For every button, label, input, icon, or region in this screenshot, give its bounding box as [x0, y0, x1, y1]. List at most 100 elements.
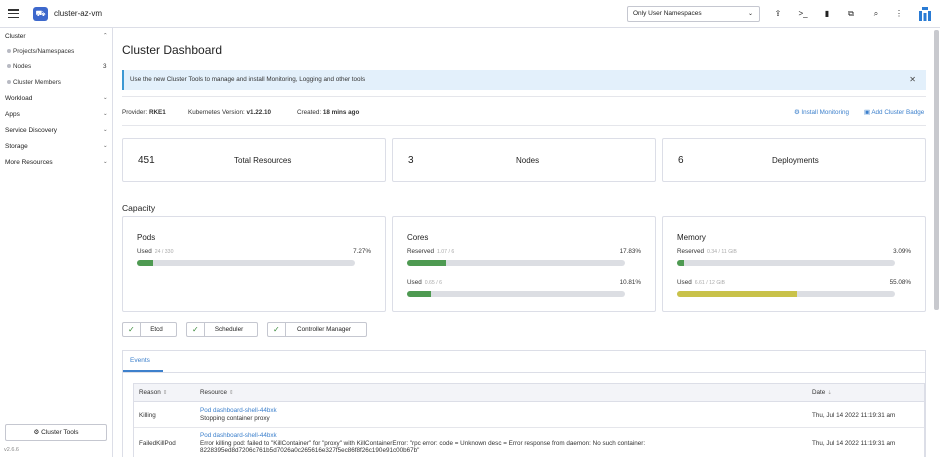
sidebar-item-label: Projects/Namespaces: [13, 48, 75, 55]
stat-value: 3: [408, 155, 414, 166]
stat-card-nodes[interactable]: 3 Nodes: [392, 138, 656, 182]
search-icon[interactable]: ⌕: [870, 8, 882, 20]
cluster-tools-label: Cluster Tools: [41, 429, 79, 436]
event-message: Error killing pod: failed to "KillContai…: [200, 439, 646, 447]
bar-fill: [407, 291, 431, 297]
column-header-date[interactable]: Date ⇣: [812, 389, 832, 396]
hamburger-menu-icon[interactable]: [8, 9, 19, 19]
file-icon[interactable]: ▮: [821, 8, 833, 20]
sidebar-group-apps[interactable]: Apps: [5, 111, 20, 118]
sort-icon: ⇕: [162, 390, 168, 396]
event-message: Stopping container proxy: [200, 414, 270, 422]
column-header-resource[interactable]: Resource ⇕: [200, 389, 234, 396]
chevron-down-icon[interactable]: ⌄: [103, 95, 108, 101]
chevron-down-icon[interactable]: ⌄: [103, 159, 108, 165]
event-resource-cell: Pod dashboard-shell-44bxk Stopping conta…: [200, 407, 277, 422]
sidebar-group-cluster[interactable]: Cluster: [5, 33, 26, 40]
created-info: Created: 18 mins ago: [297, 109, 360, 116]
sidebar-group-service-discovery[interactable]: Service Discovery: [5, 127, 57, 134]
copy-icon[interactable]: ⧉: [845, 8, 857, 20]
chevron-down-icon[interactable]: ⌄: [103, 143, 108, 149]
event-resource-link[interactable]: Pod dashboard-shell-44bxk: [200, 432, 645, 440]
component-status-scheduler: ✓ Scheduler: [186, 322, 258, 337]
chevron-down-icon[interactable]: ⌄: [103, 111, 108, 117]
rancher-logo: [918, 6, 932, 22]
bar-fill: [677, 260, 684, 266]
event-reason: FailedKillPod: [139, 440, 176, 447]
pods-used-label: Used 24 / 330: [137, 248, 174, 255]
capacity-title: Memory: [677, 233, 706, 242]
add-cluster-badge-link[interactable]: ▣ Add Cluster Badge: [864, 109, 924, 116]
cores-reserved-percent: 17.83%: [619, 248, 641, 255]
events-panel: Events Reason ⇕ Resource ⇕ Date ⇣ Killing P…: [122, 350, 926, 457]
bullet-icon: [7, 49, 11, 54]
capacity-card-cores: Cores Reserved 1.07 / 6 17.83% Used 0.65 /…: [392, 216, 656, 312]
component-label: Scheduler: [214, 326, 244, 333]
event-date: Thu, Jul 14 2022 11:19:31 am: [812, 412, 896, 419]
bullet-icon: [7, 80, 11, 85]
more-icon[interactable]: ⋮: [893, 8, 905, 20]
version-label[interactable]: v2.6.6: [4, 447, 19, 453]
capacity-title: Pods: [137, 233, 156, 242]
kubernetes-version-info: Kubernetes Version: v1.22.10: [188, 109, 271, 116]
chevron-up-icon[interactable]: ⌃: [103, 33, 108, 39]
page-title: Cluster Dashboard: [122, 43, 223, 57]
cores-reserved-bar: [407, 260, 625, 266]
cluster-info-bar: Provider: RKE1 Kubernetes Version: v1.22…: [122, 96, 926, 126]
close-icon[interactable]: ✕: [909, 70, 916, 90]
capacity-title: Cores: [407, 233, 429, 242]
info-banner: Use the new Cluster Tools to manage and …: [122, 70, 926, 90]
stat-label: Deployments: [772, 156, 819, 165]
capacity-heading: Capacity: [122, 203, 156, 213]
bar-fill: [677, 291, 798, 297]
cluster-tools-button[interactable]: ⚙ Cluster Tools: [5, 424, 107, 441]
cores-reserved-label: Reserved 1.07 / 6: [407, 248, 455, 255]
chevron-down-icon[interactable]: ⌄: [103, 127, 108, 133]
cores-used-percent: 10.81%: [619, 279, 641, 286]
sidebar-item-cluster-members[interactable]: Cluster Members: [7, 79, 61, 86]
component-status-controller-manager: ✓ Controller Manager: [267, 322, 367, 337]
bar-fill: [137, 260, 153, 266]
event-resource-link[interactable]: Pod dashboard-shell-44bxk: [200, 407, 277, 415]
sidebar-item-label: Nodes: [13, 63, 32, 70]
bar-fill: [407, 260, 446, 266]
event-date: Thu, Jul 14 2022 11:19:31 am: [812, 440, 896, 447]
upload-icon[interactable]: ⇪: [772, 8, 784, 20]
top-header: ⛟ cluster-az-vm Only User Namespaces ⌄ ⇪…: [0, 0, 940, 28]
chevron-down-icon: ⌄: [747, 11, 753, 17]
stat-card-total-resources[interactable]: 451 Total Resources: [122, 138, 386, 182]
table-row: FailedKillPod Pod dashboard-shell-44bxk …: [134, 428, 924, 457]
install-monitoring-link[interactable]: ⚙ Install Monitoring: [794, 109, 849, 116]
tab-events[interactable]: Events: [130, 357, 150, 364]
namespace-filter-select[interactable]: Only User Namespaces ⌄: [627, 6, 760, 22]
memory-reserved-bar: [677, 260, 895, 266]
pods-used-bar: [137, 260, 355, 266]
event-message-continued: 8228395ed8d7206c761b5d7026a0c265616e327f…: [200, 447, 420, 454]
page-scrollbar[interactable]: [934, 30, 939, 310]
memory-used-bar: [677, 291, 895, 297]
events-table: Reason ⇕ Resource ⇕ Date ⇣ Killing Pod dash…: [133, 383, 925, 457]
banner-text: Use the new Cluster Tools to manage and …: [130, 76, 366, 83]
gear-icon: ⚙: [33, 429, 42, 436]
memory-reserved-label: Reserved 0.34 / 11 GiB: [677, 248, 737, 255]
stat-value: 6: [678, 155, 684, 166]
event-reason: Killing: [139, 412, 156, 419]
sidebar-group-more-resources[interactable]: More Resources: [5, 159, 53, 166]
sidebar-item-projects[interactable]: Projects/Namespaces: [7, 48, 74, 55]
stat-card-deployments[interactable]: 6 Deployments: [662, 138, 926, 182]
column-header-reason[interactable]: Reason ⇕: [139, 389, 167, 396]
component-label: Controller Manager: [297, 326, 351, 333]
nodes-count-badge: 3: [103, 63, 107, 70]
terminal-icon[interactable]: >_: [797, 8, 809, 20]
memory-used-label: Used 6.61 / 12 GiB: [677, 279, 725, 286]
stat-label: Total Resources: [234, 156, 292, 165]
event-resource-cell: Pod dashboard-shell-44bxk Error killing …: [200, 432, 645, 455]
sidebar-item-nodes[interactable]: Nodes: [7, 63, 31, 70]
memory-used-percent: 55.08%: [889, 279, 911, 286]
sidebar-group-workload[interactable]: Workload: [5, 95, 32, 102]
sidebar-group-storage[interactable]: Storage: [5, 143, 28, 150]
stat-label: Nodes: [516, 156, 540, 165]
capacity-card-pods: Pods Used 24 / 330 7.27%: [122, 216, 386, 312]
cores-used-label: Used 0.65 / 6: [407, 279, 443, 286]
provider-info: Provider: RKE1: [122, 109, 166, 116]
